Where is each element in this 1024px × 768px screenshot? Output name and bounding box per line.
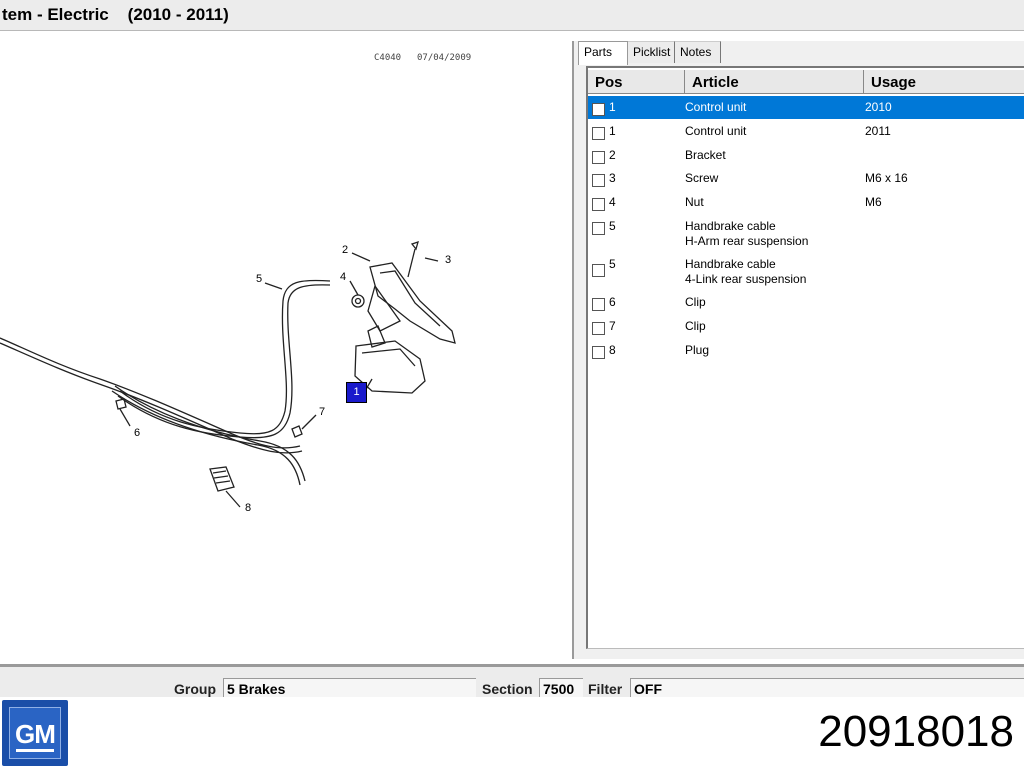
table-row[interactable]: 5 Handbrake cable H-Arm rear suspension xyxy=(588,215,1024,253)
row-pos: 8 xyxy=(609,343,616,357)
row-pos: 6 xyxy=(609,295,616,309)
logo-underline xyxy=(16,749,54,752)
row-usage: 2010 xyxy=(865,100,892,114)
row-pos: 1 xyxy=(609,124,616,138)
row-article: Plug xyxy=(685,343,710,357)
parts-diagram[interactable]: C4040 07/04/2009 2 3 4 5 6 7 8 1 xyxy=(0,41,574,659)
callout-3[interactable]: 3 xyxy=(445,254,451,266)
row-usage: M6 xyxy=(865,195,882,209)
row-checkbox[interactable] xyxy=(592,151,605,164)
status-bar: Group 5 Brakes Section 7500 Filter OFF xyxy=(0,664,1024,699)
filter-value: OFF xyxy=(630,678,1024,698)
row-checkbox[interactable] xyxy=(592,174,605,187)
table-row[interactable]: 6 Clip xyxy=(588,291,1024,314)
row-pos: 7 xyxy=(609,319,616,333)
table-row[interactable]: 1 Control unit 2011 xyxy=(588,120,1024,143)
row-checkbox[interactable] xyxy=(592,103,605,116)
row-article: Nut xyxy=(685,195,704,209)
window-title: tem - Electric (2010 - 2011) xyxy=(2,5,229,24)
gm-logo: GM xyxy=(2,700,68,766)
callout-1-selected[interactable]: 1 xyxy=(346,382,367,403)
footer: GM 20918018 xyxy=(0,697,1024,768)
row-pos: 1 xyxy=(609,100,616,114)
table-row[interactable]: 3 Screw M6 x 16 xyxy=(588,167,1024,190)
filter-label: Filter xyxy=(588,681,623,697)
row-article: Clip xyxy=(685,295,706,309)
parts-table: Pos Article Usage 1 Control unit 2010 1 … xyxy=(586,66,1024,649)
callout-5[interactable]: 5 xyxy=(256,273,262,285)
row-checkbox[interactable] xyxy=(592,346,605,359)
row-article: Handbrake cable xyxy=(685,257,776,271)
section-value: 7500 xyxy=(539,678,583,698)
column-header-pos[interactable]: Pos xyxy=(588,70,685,94)
row-article: Clip xyxy=(685,319,706,333)
callout-4[interactable]: 4 xyxy=(340,271,346,283)
row-pos: 3 xyxy=(609,171,616,185)
row-usage: 2011 xyxy=(865,124,891,138)
row-pos: 5 xyxy=(609,219,616,233)
row-checkbox[interactable] xyxy=(592,264,605,277)
row-checkbox[interactable] xyxy=(592,322,605,335)
row-checkbox[interactable] xyxy=(592,127,605,140)
callout-7[interactable]: 7 xyxy=(319,406,325,418)
row-pos: 5 xyxy=(609,257,616,271)
table-row[interactable]: 2 Bracket xyxy=(588,144,1024,167)
row-usage: M6 x 16 xyxy=(865,171,908,185)
callout-6[interactable]: 6 xyxy=(134,427,140,439)
table-row[interactable]: 8 Plug xyxy=(588,339,1024,362)
row-article: Handbrake cable xyxy=(685,219,776,233)
row-article: Screw xyxy=(685,171,719,185)
logo-text: GM xyxy=(15,719,56,749)
row-article: Bracket xyxy=(685,148,726,162)
row-article-detail: H-Arm rear suspension xyxy=(685,234,809,248)
section-label: Section xyxy=(482,681,533,697)
table-row[interactable]: 7 Clip xyxy=(588,315,1024,338)
callout-8[interactable]: 8 xyxy=(245,502,251,514)
row-checkbox[interactable] xyxy=(592,298,605,311)
group-value: 5 Brakes xyxy=(223,678,476,698)
row-checkbox[interactable] xyxy=(592,198,605,211)
row-article: Control unit xyxy=(685,124,747,138)
tab-notes[interactable]: Notes xyxy=(675,41,721,63)
row-pos: 4 xyxy=(609,195,616,209)
group-label: Group xyxy=(174,681,216,697)
tab-parts[interactable]: Parts xyxy=(578,41,628,65)
diagram-drawing xyxy=(0,240,456,508)
column-header-usage[interactable]: Usage xyxy=(864,70,1024,94)
callout-2[interactable]: 2 xyxy=(342,244,348,256)
row-article: Control unit xyxy=(685,100,747,114)
table-row[interactable]: 1 Control unit 2010 xyxy=(588,96,1024,119)
row-article-detail: 4-Link rear suspension xyxy=(685,272,807,286)
table-row[interactable]: 5 Handbrake cable 4-Link rear suspension xyxy=(588,253,1024,291)
title-bar: tem - Electric (2010 - 2011) xyxy=(0,0,1024,31)
row-pos: 2 xyxy=(609,148,616,162)
row-checkbox[interactable] xyxy=(592,222,605,235)
tab-picklist[interactable]: Picklist xyxy=(628,41,675,63)
column-header-article[interactable]: Article xyxy=(685,70,864,94)
part-number: 20918018 xyxy=(818,707,1014,756)
table-row[interactable]: 4 Nut M6 xyxy=(588,191,1024,214)
